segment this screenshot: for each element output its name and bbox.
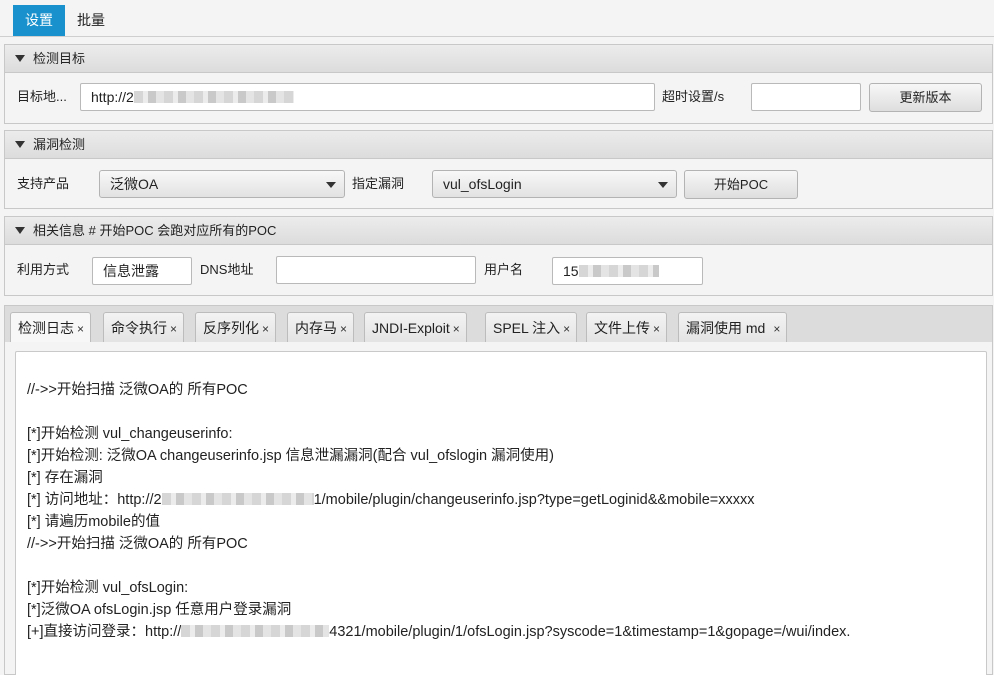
close-icon[interactable]: × [262, 322, 269, 336]
log-line: [*] 请遍历mobile的值 [27, 514, 160, 530]
tab-jndi-exploit[interactable]: JNDI-Exploit × [364, 312, 467, 343]
redacted-mask [133, 91, 294, 103]
collapse-triangle-icon [15, 227, 25, 234]
product-label: 支持产品 [17, 176, 70, 191]
close-icon[interactable]: × [77, 322, 84, 336]
log-text: 4321/mobile/plugin/1/ofsLogin.jsp?syscod… [329, 624, 851, 640]
log-line: [*]开始检测 vul_ofsLogin: [27, 580, 189, 596]
tab-command-exec[interactable]: 命令执行 × [103, 312, 185, 343]
log-line: [*] 存在漏洞 [27, 470, 103, 486]
tab-vuln-usage-md[interactable]: 漏洞使用 md × [678, 312, 788, 343]
tab-label: JNDI-Exploit [372, 320, 450, 336]
log-text: [+]直接访问登录：http:// [27, 624, 182, 640]
target-section-header[interactable]: 检测目标 [5, 45, 992, 73]
log-line: [*]泛微OA ofsLogin.jsp 任意用户登录漏洞 [27, 602, 292, 618]
tab-label: 漏洞使用 md [686, 320, 766, 336]
method-input[interactable]: 信息泄露 [92, 257, 192, 285]
timeout-input[interactable] [751, 83, 861, 111]
info-section: 相关信息 # 开始POC 会跑对应所有的POC 利用方式 信息泄露 DNS地址 … [4, 216, 993, 296]
tab-batch[interactable]: 批量 [65, 5, 117, 36]
log-line: [*] 访问地址：http://2 1/mobile/plugin/changeu… [27, 490, 755, 510]
tab-label: SPEL 注入 [493, 320, 561, 336]
tab-detection-log[interactable]: 检测日志 × [10, 312, 92, 344]
close-icon[interactable]: × [563, 322, 570, 336]
target-url-value: http://2 [91, 89, 134, 105]
log-line: //->>开始扫描 泛微OA的 所有POC [27, 536, 248, 552]
log-line: [*]开始检测 vul_changeuserinfo: [27, 426, 233, 442]
target-section: 检测目标 目标地... http://2 超时设置/s 更新版本 [4, 44, 993, 124]
log-text: 1/mobile/plugin/changeuserinfo.jsp?type=… [313, 492, 755, 508]
method-label: 利用方式 [17, 262, 70, 277]
tab-file-upload[interactable]: 文件上传 × [586, 312, 668, 343]
target-section-title: 检测目标 [33, 51, 86, 66]
chevron-down-icon [658, 182, 668, 188]
chevron-down-icon [326, 182, 336, 188]
vuln-section: 漏洞检测 支持产品 泛微OA 指定漏洞 vul_ofsLogin 开始POC [4, 130, 993, 209]
start-poc-button[interactable]: 开始POC [684, 170, 798, 199]
result-tab-strip: 检测日志 × 命令执行 × 反序列化 × 内存马 × JNDI-Exploit × SPE… [4, 305, 993, 344]
username-input[interactable]: 15 [552, 257, 703, 285]
tab-memory-shell[interactable]: 内存马 × [287, 312, 355, 343]
log-line: //->>开始扫描 泛微OA的 所有POC [27, 382, 248, 398]
tab-settings[interactable]: 设置 [13, 5, 65, 36]
info-section-title: 相关信息 # 开始POC 会跑对应所有的POC [33, 223, 277, 238]
top-tab-bar: 设置 批量 [0, 0, 994, 37]
dns-input[interactable] [276, 256, 476, 284]
vuln-select-value: vul_ofsLogin [443, 176, 522, 192]
tab-label: 内存马 [295, 320, 337, 336]
vuln-select[interactable]: vul_ofsLogin [432, 170, 677, 198]
close-icon[interactable]: × [453, 322, 460, 336]
timeout-label: 超时设置/s [662, 89, 725, 104]
target-label: 目标地... [17, 89, 67, 104]
tab-deserialization[interactable]: 反序列化 × [195, 312, 277, 343]
close-icon[interactable]: × [653, 322, 660, 336]
vuln-section-header[interactable]: 漏洞检测 [5, 131, 992, 159]
collapse-triangle-icon [15, 55, 25, 62]
log-line: [*]开始检测: 泛微OA changeuserinfo.jsp 信息泄漏漏洞(… [27, 448, 554, 464]
redacted-mask [181, 625, 330, 637]
log-textarea[interactable]: //->>开始扫描 泛微OA的 所有POC [*]开始检测 vul_change… [15, 351, 987, 675]
target-url-input[interactable]: http://2 [80, 83, 655, 111]
log-line: [+]直接访问登录：http:// 4321/mobile/plugin/1/of… [27, 622, 850, 642]
username-label: 用户名 [484, 262, 524, 277]
log-text: [*] 访问地址：http://2 [27, 492, 162, 508]
tab-label: 检测日志 [18, 320, 74, 336]
tab-label: 文件上传 [594, 320, 650, 336]
tab-spel-injection[interactable]: SPEL 注入 × [485, 312, 578, 343]
close-icon[interactable]: × [773, 322, 780, 336]
redacted-mask [161, 493, 314, 505]
tab-label: 反序列化 [203, 320, 259, 336]
redacted-mask [578, 265, 659, 277]
tab-label: 命令执行 [111, 320, 167, 336]
product-select-value: 泛微OA [110, 176, 159, 192]
vuln-label: 指定漏洞 [352, 176, 405, 191]
update-version-button[interactable]: 更新版本 [869, 83, 982, 112]
info-section-header[interactable]: 相关信息 # 开始POC 会跑对应所有的POC [5, 217, 992, 245]
close-icon[interactable]: × [340, 322, 347, 336]
vuln-section-title: 漏洞检测 [33, 137, 86, 152]
collapse-triangle-icon [15, 141, 25, 148]
log-pane: //->>开始扫描 泛微OA的 所有POC [*]开始检测 vul_change… [4, 342, 993, 675]
product-select[interactable]: 泛微OA [99, 170, 345, 198]
close-icon[interactable]: × [170, 322, 177, 336]
username-value: 15 [563, 263, 579, 279]
dns-label: DNS地址 [200, 262, 254, 277]
